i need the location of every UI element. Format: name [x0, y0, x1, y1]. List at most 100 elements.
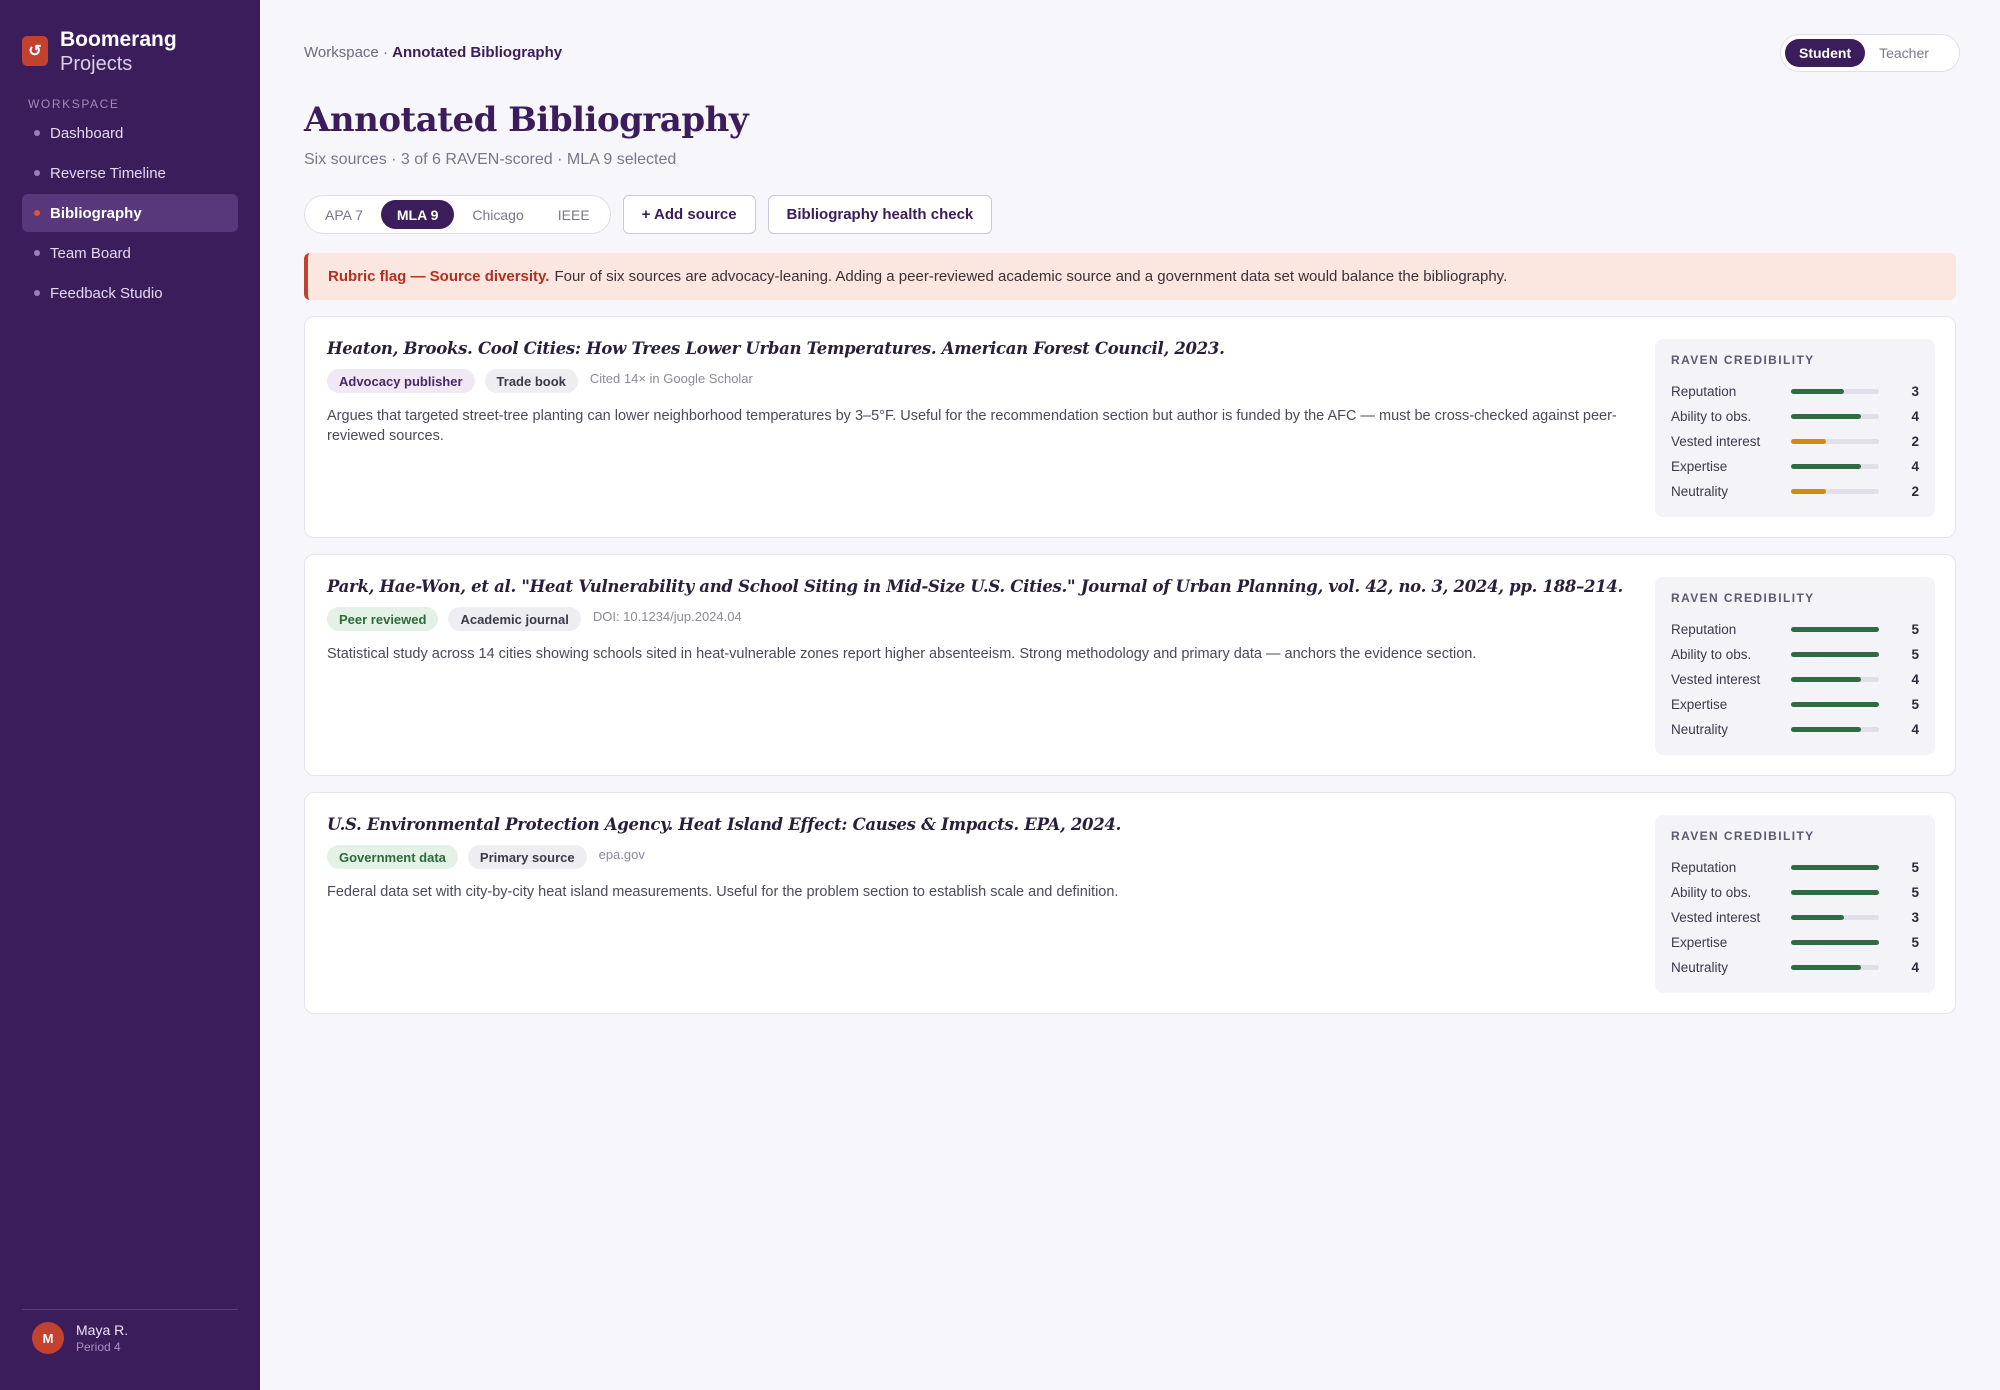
- style-mla-button[interactable]: MLA 9: [380, 200, 455, 229]
- sidebar-item-bibliography[interactable]: Bibliography: [22, 194, 238, 232]
- sidebar-item-label: Bibliography: [50, 204, 142, 222]
- brand-sub: Projects: [60, 53, 133, 75]
- raven-criterion-label: Neutrality: [1671, 484, 1729, 499]
- raven-score-fill: [1791, 727, 1862, 732]
- raven-row: Ability to obs. 5: [1671, 642, 1919, 667]
- breadcrumb-root[interactable]: Workspace: [304, 44, 379, 61]
- raven-row: Reputation 3: [1671, 379, 1919, 404]
- raven-title: RAVEN CREDIBILITY: [1671, 353, 1815, 367]
- brand-name: Boomerang: [60, 28, 177, 51]
- toolbar: APA 7 MLA 9 Chicago IEEE + Add source Bi…: [304, 195, 993, 234]
- role-student-button[interactable]: Student: [1785, 39, 1866, 67]
- raven-score-value: 3: [1911, 384, 1919, 399]
- raven-row: Neutrality 2: [1671, 479, 1919, 504]
- sidebar-item-team-board[interactable]: Team Board: [22, 234, 238, 272]
- brand[interactable]: ↺ Boomerang Projects: [22, 28, 177, 76]
- raven-score-bar: [1791, 940, 1879, 945]
- raven-score-bar: [1791, 439, 1879, 444]
- bullet-icon: [34, 290, 40, 296]
- raven-criterion-label: Ability to obs.: [1671, 647, 1752, 662]
- raven-score-bar: [1791, 915, 1879, 920]
- raven-score-value: 5: [1911, 885, 1919, 900]
- raven-score-value: 2: [1911, 484, 1919, 499]
- raven-score-value: 5: [1911, 622, 1919, 637]
- source-type-badge: Peer reviewed: [327, 607, 439, 631]
- raven-score-bar: [1791, 414, 1879, 419]
- raven-score-bar: [1791, 890, 1879, 895]
- raven-credibility-panel: RAVEN CREDIBILITY Reputation 5 Ability to …: [1655, 577, 1935, 755]
- raven-score-value: 4: [1911, 409, 1919, 424]
- raven-row: Vested interest 3: [1671, 905, 1919, 930]
- raven-score-bar: [1791, 965, 1879, 970]
- source-annotation: Federal data set with city-by-city heat …: [327, 884, 1119, 900]
- user-profile[interactable]: M Maya R. Period 4: [32, 1321, 128, 1355]
- source-card-1[interactable]: Heaton, Brooks. Cool Cities: How Trees L…: [304, 316, 1956, 538]
- style-ieee-button[interactable]: IEEE: [542, 200, 606, 229]
- sidebar-divider: [22, 1309, 238, 1310]
- raven-row: Neutrality 4: [1671, 955, 1919, 980]
- raven-score-bar: [1791, 652, 1879, 657]
- raven-row: Ability to obs. 4: [1671, 404, 1919, 429]
- raven-score-bar: [1791, 627, 1879, 632]
- add-source-button[interactable]: + Add source: [622, 195, 756, 234]
- sidebar-item-dashboard[interactable]: Dashboard: [22, 114, 238, 152]
- style-apa-button[interactable]: APA 7: [309, 200, 379, 229]
- raven-criterion-label: Vested interest: [1671, 672, 1761, 687]
- nav-section-label: WORKSPACE: [28, 97, 120, 111]
- raven-row: Expertise 5: [1671, 692, 1919, 717]
- style-chicago-button[interactable]: Chicago: [456, 200, 539, 229]
- source-meta: epa.gov: [598, 846, 645, 862]
- source-annotation: Statistical study across 14 cities showi…: [327, 646, 1477, 662]
- alert-text: Four of six sources are advocacy-leaning…: [554, 268, 1508, 285]
- raven-score-bar: [1791, 702, 1879, 707]
- raven-score-fill: [1791, 865, 1879, 870]
- sidebar-item-reverse-timeline[interactable]: Reverse Timeline: [22, 154, 238, 192]
- raven-title: RAVEN CREDIBILITY: [1671, 591, 1815, 605]
- raven-score-fill: [1791, 702, 1879, 707]
- raven-score-value: 5: [1911, 697, 1919, 712]
- source-format-badge: Trade book: [484, 369, 578, 393]
- citation-style-selector: APA 7 MLA 9 Chicago IEEE: [304, 195, 611, 234]
- bullet-icon: [34, 170, 40, 176]
- source-format-badge: Academic journal: [448, 607, 581, 631]
- sidebar-item-label: Dashboard: [50, 124, 124, 142]
- sidebar-item-feedback-studio[interactable]: Feedback Studio: [22, 274, 238, 312]
- raven-credibility-panel: RAVEN CREDIBILITY Reputation 5 Ability to …: [1655, 815, 1935, 993]
- avatar: M: [32, 1322, 64, 1354]
- raven-score-fill: [1791, 915, 1844, 920]
- raven-score-value: 5: [1911, 860, 1919, 875]
- page-subtitle: Six sources · 3 of 6 RAVEN-scored · MLA …: [304, 151, 677, 168]
- bullet-icon: [34, 130, 40, 136]
- raven-score-value: 2: [1911, 434, 1919, 449]
- raven-score-fill: [1791, 940, 1879, 945]
- source-tags: Advocacy publisher Trade book Cited 14× …: [327, 369, 753, 393]
- page-title: Annotated Bibliography: [304, 100, 749, 140]
- raven-score-fill: [1791, 965, 1862, 970]
- raven-row: Vested interest 2: [1671, 429, 1919, 454]
- raven-row: Expertise 5: [1671, 930, 1919, 955]
- raven-criterion-label: Expertise: [1671, 935, 1728, 950]
- source-type-badge: Government data: [327, 845, 458, 869]
- breadcrumb: Workspace · Annotated Bibliography: [304, 44, 562, 61]
- role-teacher-button[interactable]: Teacher: [1865, 39, 1943, 67]
- source-card-3[interactable]: U.S. Environmental Protection Agency. He…: [304, 792, 1956, 1014]
- raven-row: Vested interest 4: [1671, 667, 1919, 692]
- breadcrumb-current: Annotated Bibliography: [392, 44, 563, 61]
- source-citation: Heaton, Brooks. Cool Cities: How Trees L…: [327, 339, 1225, 358]
- source-card-2[interactable]: Park, Hae-Won, et al. "Heat Vulnerabilit…: [304, 554, 1956, 776]
- raven-criterion-label: Reputation: [1671, 622, 1737, 637]
- raven-criterion-label: Vested interest: [1671, 910, 1761, 925]
- health-check-button[interactable]: Bibliography health check: [767, 195, 993, 234]
- source-citation: U.S. Environmental Protection Agency. He…: [327, 815, 1122, 834]
- raven-score-bar: [1791, 489, 1879, 494]
- raven-score-bar: [1791, 464, 1879, 469]
- raven-row: Ability to obs. 5: [1671, 880, 1919, 905]
- raven-score-value: 4: [1911, 672, 1919, 687]
- raven-score-value: 4: [1911, 960, 1919, 975]
- source-format-badge: Primary source: [467, 845, 587, 869]
- raven-score-fill: [1791, 627, 1879, 632]
- source-meta: DOI: 10.1234/jup.2024.04: [592, 608, 742, 624]
- raven-criterion-label: Ability to obs.: [1671, 409, 1752, 424]
- raven-score-fill: [1791, 389, 1844, 394]
- raven-score-fill: [1791, 489, 1827, 494]
